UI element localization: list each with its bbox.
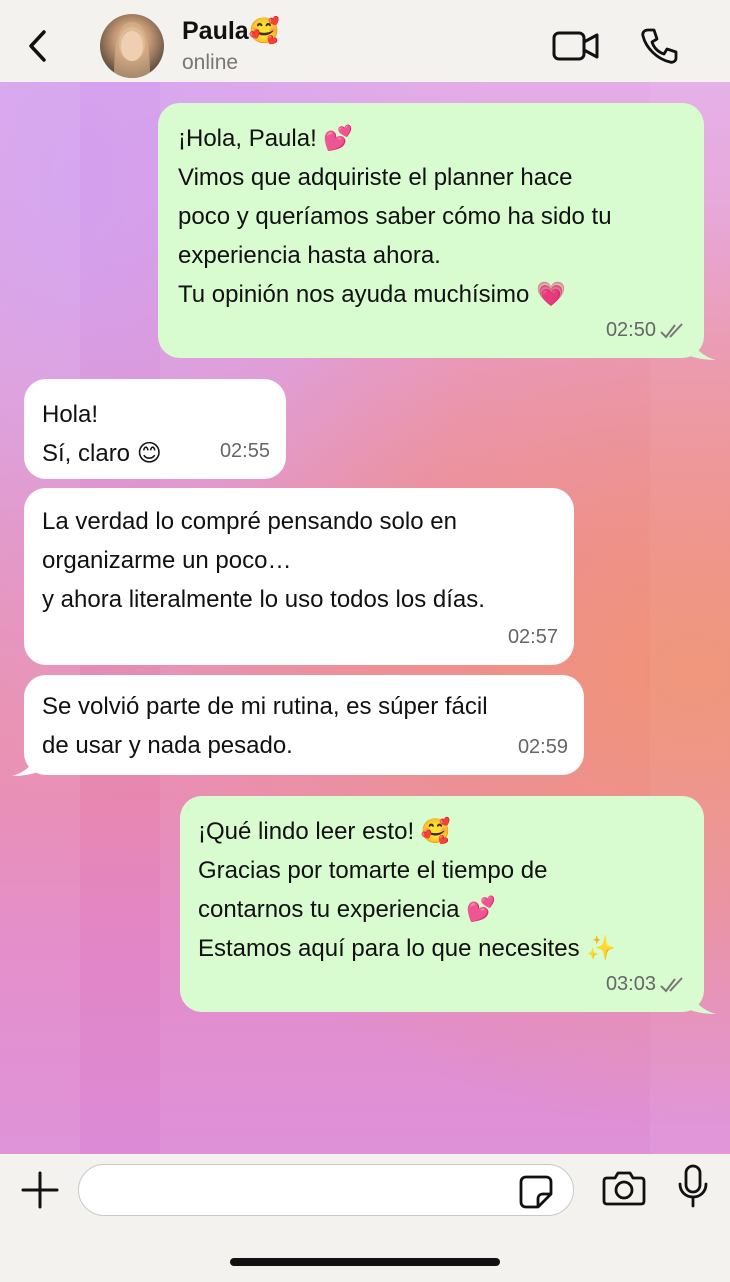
voice-call-button[interactable]: [640, 26, 678, 66]
message-text: La verdad lo compré pensando solo en org…: [42, 508, 485, 613]
bubble-tail: [690, 336, 716, 360]
message-time: 02:50: [605, 319, 656, 341]
contact-status: online: [182, 51, 239, 74]
contact-name[interactable]: Paula🥰: [182, 16, 280, 46]
camera-icon: [602, 1171, 646, 1206]
contact-name-text: Paula: [182, 17, 249, 45]
video-call-button[interactable]: [552, 28, 600, 64]
phone-icon: [641, 28, 678, 64]
message-text: Se volvió parte de mi rutina, es súper f…: [42, 693, 488, 759]
camera-button[interactable]: [602, 1168, 646, 1208]
chevron-left-icon: [29, 30, 46, 62]
message-time: 02:55: [219, 440, 270, 462]
message-bubble-outgoing[interactable]: ¡Hola, Paula! 💕 Vimos que adquiriste el …: [158, 103, 704, 358]
message-meta: 03:03: [606, 965, 688, 1004]
message-meta: 02:50: [606, 311, 688, 350]
message-time: 02:57: [507, 626, 558, 648]
bubble-tail: [690, 990, 716, 1014]
message-bubble-outgoing[interactable]: ¡Qué lindo leer esto! 🥰 Gracias por toma…: [180, 796, 704, 1012]
sticker-button[interactable]: [518, 1174, 554, 1210]
home-indicator: [230, 1258, 500, 1266]
message-meta: 02:57: [508, 618, 558, 657]
message-bubble-incoming[interactable]: Se volvió parte de mi rutina, es súper f…: [24, 675, 584, 775]
video-camera-icon: [552, 31, 599, 61]
double-check-icon: [660, 322, 683, 339]
message-bubble-incoming[interactable]: Hola! Sí, claro 😊 02:55: [24, 379, 286, 479]
message-meta: 02:59: [518, 728, 568, 767]
message-text: ¡Qué lindo leer esto! 🥰 Gracias por toma…: [198, 818, 617, 962]
sticker-icon: [519, 1175, 553, 1209]
bubble-tail: [12, 752, 38, 776]
message-meta: 02:55: [220, 432, 270, 471]
back-button[interactable]: [22, 26, 54, 66]
double-check-icon: [660, 976, 683, 993]
avatar[interactable]: [100, 14, 164, 78]
message-time: 03:03: [605, 973, 656, 995]
message-time: 02:59: [517, 736, 568, 758]
contact-emoji: 🥰: [248, 16, 280, 45]
microphone-icon: [678, 1164, 708, 1208]
attach-button[interactable]: [20, 1170, 60, 1210]
chat-area[interactable]: ¡Hola, Paula! 💕 Vimos que adquiriste el …: [0, 82, 730, 1154]
microphone-button[interactable]: [676, 1164, 710, 1208]
message-input[interactable]: [78, 1164, 574, 1216]
message-text: ¡Hola, Paula! 💕 Vimos que adquiriste el …: [178, 125, 612, 308]
message-bubble-incoming[interactable]: La verdad lo compré pensando solo en org…: [24, 488, 574, 665]
chat-header: Paula🥰 online: [0, 0, 730, 82]
plus-icon: [21, 1171, 59, 1209]
